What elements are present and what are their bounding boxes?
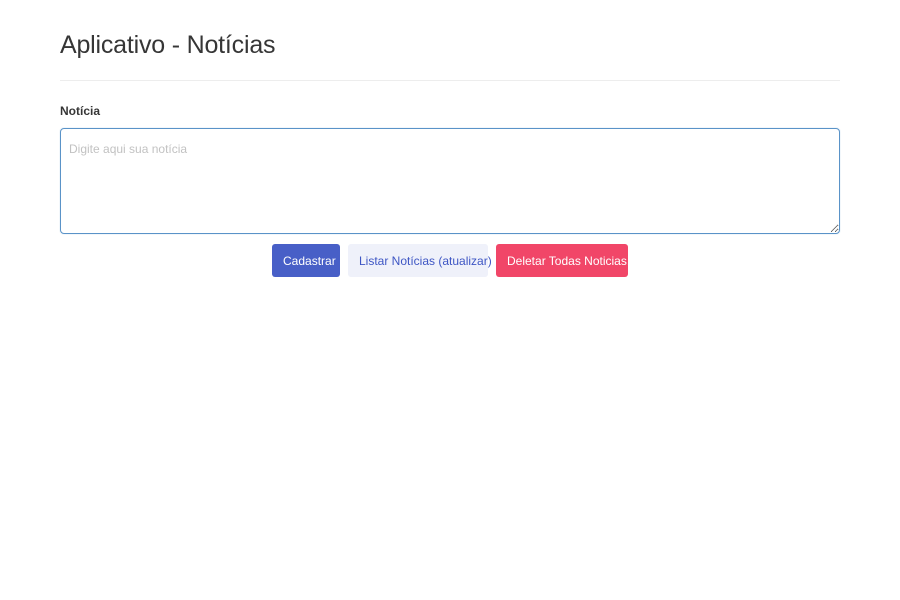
register-button[interactable]: Cadastrar [272,244,340,277]
header-divider [60,80,840,81]
list-news-button[interactable]: Listar Notícias (atualizar) [348,244,492,277]
page-title: Aplicativo - Notícias [60,31,276,59]
action-buttons: Cadastrar Listar Notícias (atualizar) De… [272,244,630,277]
news-field-wrapper [60,128,840,234]
news-textarea[interactable] [60,128,840,234]
delete-all-button[interactable]: Deletar Todas Noticias! [496,244,630,277]
news-field-label: Notícia [60,104,101,118]
